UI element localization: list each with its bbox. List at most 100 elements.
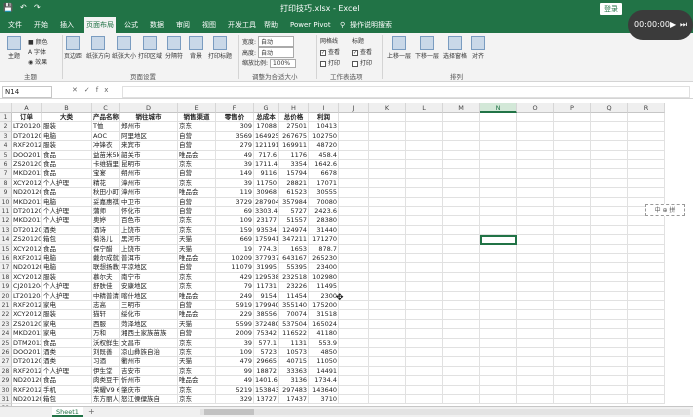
table-cell[interactable]: [517, 395, 554, 405]
table-cell[interactable]: [339, 272, 369, 283]
confirm-icon[interactable]: ✓: [84, 86, 96, 94]
table-cell[interactable]: XCY201204009: [12, 178, 42, 189]
table-cell[interactable]: 自营: [178, 329, 216, 339]
table-cell[interactable]: 5723: [254, 348, 279, 358]
table-cell[interactable]: 肇庆市: [120, 385, 178, 395]
table-cell[interactable]: 5727: [279, 207, 309, 217]
table-cell[interactable]: [339, 216, 369, 226]
table-cell[interactable]: MKD201204003: [12, 169, 42, 179]
table-cell[interactable]: 益苗米5kg: [92, 150, 120, 160]
table-cell[interactable]: [517, 319, 554, 330]
table-cell[interactable]: [369, 338, 406, 348]
table-cell[interactable]: [480, 310, 517, 320]
table-cell[interactable]: [480, 178, 517, 189]
table-cell[interactable]: 服装: [42, 122, 92, 132]
table-cell[interactable]: [517, 254, 554, 264]
column-header[interactable]: D: [120, 103, 178, 113]
table-cell[interactable]: [369, 291, 406, 301]
table-cell[interactable]: [443, 225, 480, 236]
table-cell[interactable]: MKD201204006: [12, 329, 42, 339]
table-cell[interactable]: [339, 329, 369, 339]
table-cell[interactable]: 京东: [178, 348, 216, 358]
table-cell[interactable]: [554, 150, 591, 160]
header-cell[interactable]: 总价格: [279, 113, 309, 123]
table-cell[interactable]: 京东: [178, 216, 216, 226]
table-cell[interactable]: [443, 150, 480, 160]
row-header[interactable]: 3: [0, 131, 12, 142]
table-cell[interactable]: [554, 282, 591, 292]
row-header[interactable]: 21: [0, 301, 12, 311]
table-cell[interactable]: 31440: [309, 225, 339, 236]
column-header[interactable]: K: [369, 103, 406, 113]
row-header[interactable]: 27: [0, 357, 12, 367]
header-cell[interactable]: [339, 113, 369, 123]
breaks-button[interactable]: 分隔符: [164, 36, 184, 60]
table-cell[interactable]: [517, 131, 554, 142]
table-cell[interactable]: [517, 366, 554, 377]
table-cell[interactable]: [406, 319, 443, 330]
table-cell[interactable]: 33363: [279, 366, 309, 377]
name-box[interactable]: N14: [2, 86, 52, 98]
table-cell[interactable]: [339, 141, 369, 151]
header-cell[interactable]: 销往城市: [120, 113, 178, 123]
table-cell[interactable]: 三明市: [120, 301, 178, 311]
row-header[interactable]: 7: [0, 169, 12, 179]
table-cell[interactable]: [554, 329, 591, 339]
header-cell[interactable]: [406, 113, 443, 123]
table-cell[interactable]: 1653: [279, 244, 309, 254]
table-cell[interactable]: [443, 338, 480, 348]
table-cell[interactable]: [369, 254, 406, 264]
table-cell[interactable]: 878.7: [309, 244, 339, 254]
table-cell[interactable]: [369, 131, 406, 142]
table-cell[interactable]: 南宁市: [120, 272, 178, 283]
table-cell[interactable]: [339, 310, 369, 320]
table-cell[interactable]: DT201204031: [12, 225, 42, 236]
table-cell[interactable]: 2300: [309, 291, 339, 301]
table-cell[interactable]: 京东: [178, 366, 216, 377]
table-cell[interactable]: 食品: [42, 338, 92, 348]
table-cell[interactable]: [339, 197, 369, 207]
table-cell[interactable]: [443, 197, 480, 207]
table-cell[interactable]: [480, 357, 517, 367]
table-cell[interactable]: 99: [216, 366, 254, 377]
table-cell[interactable]: 31518: [309, 310, 339, 320]
table-cell[interactable]: 自营: [178, 141, 216, 151]
table-cell[interactable]: MKD201204028: [12, 197, 42, 207]
table-cell[interactable]: 自营: [178, 207, 216, 217]
table-cell[interactable]: 10573: [279, 348, 309, 358]
table-cell[interactable]: 14491: [309, 366, 339, 377]
table-cell[interactable]: [628, 216, 665, 226]
table-cell[interactable]: [628, 244, 665, 254]
table-cell[interactable]: [591, 319, 628, 330]
table-cell[interactable]: 19: [216, 244, 254, 254]
table-cell[interactable]: [443, 319, 480, 330]
table-cell[interactable]: [339, 169, 369, 179]
table-cell[interactable]: 232518: [279, 272, 309, 283]
table-cell[interactable]: [591, 225, 628, 236]
table-cell[interactable]: T恤: [92, 122, 120, 132]
table-cell[interactable]: 京东: [178, 272, 216, 283]
table-cell[interactable]: 唯品会: [178, 150, 216, 160]
table-cell[interactable]: [517, 376, 554, 386]
table-cell[interactable]: 天猫: [178, 235, 216, 245]
table-cell[interactable]: 429: [216, 272, 254, 283]
table-cell[interactable]: 家电: [42, 319, 92, 330]
table-cell[interactable]: [628, 272, 665, 283]
table-cell[interactable]: 355140: [279, 301, 309, 311]
table-cell[interactable]: 天猫: [178, 319, 216, 330]
table-cell[interactable]: [339, 338, 369, 348]
table-cell[interactable]: [480, 348, 517, 358]
table-cell[interactable]: [443, 244, 480, 254]
table-cell[interactable]: [628, 348, 665, 358]
row-header[interactable]: 16: [0, 254, 12, 264]
bring-forward-button[interactable]: 上移一层: [386, 36, 412, 60]
table-cell[interactable]: [628, 366, 665, 377]
table-cell[interactable]: 458.4: [309, 150, 339, 160]
table-cell[interactable]: [369, 216, 406, 226]
column-header[interactable]: J: [339, 103, 369, 113]
table-cell[interactable]: 朔州市: [120, 169, 178, 179]
table-cell[interactable]: 643167: [279, 254, 309, 264]
table-cell[interactable]: 6678: [309, 169, 339, 179]
table-cell[interactable]: [443, 141, 480, 151]
table-cell[interactable]: XCY201204010: [12, 272, 42, 283]
